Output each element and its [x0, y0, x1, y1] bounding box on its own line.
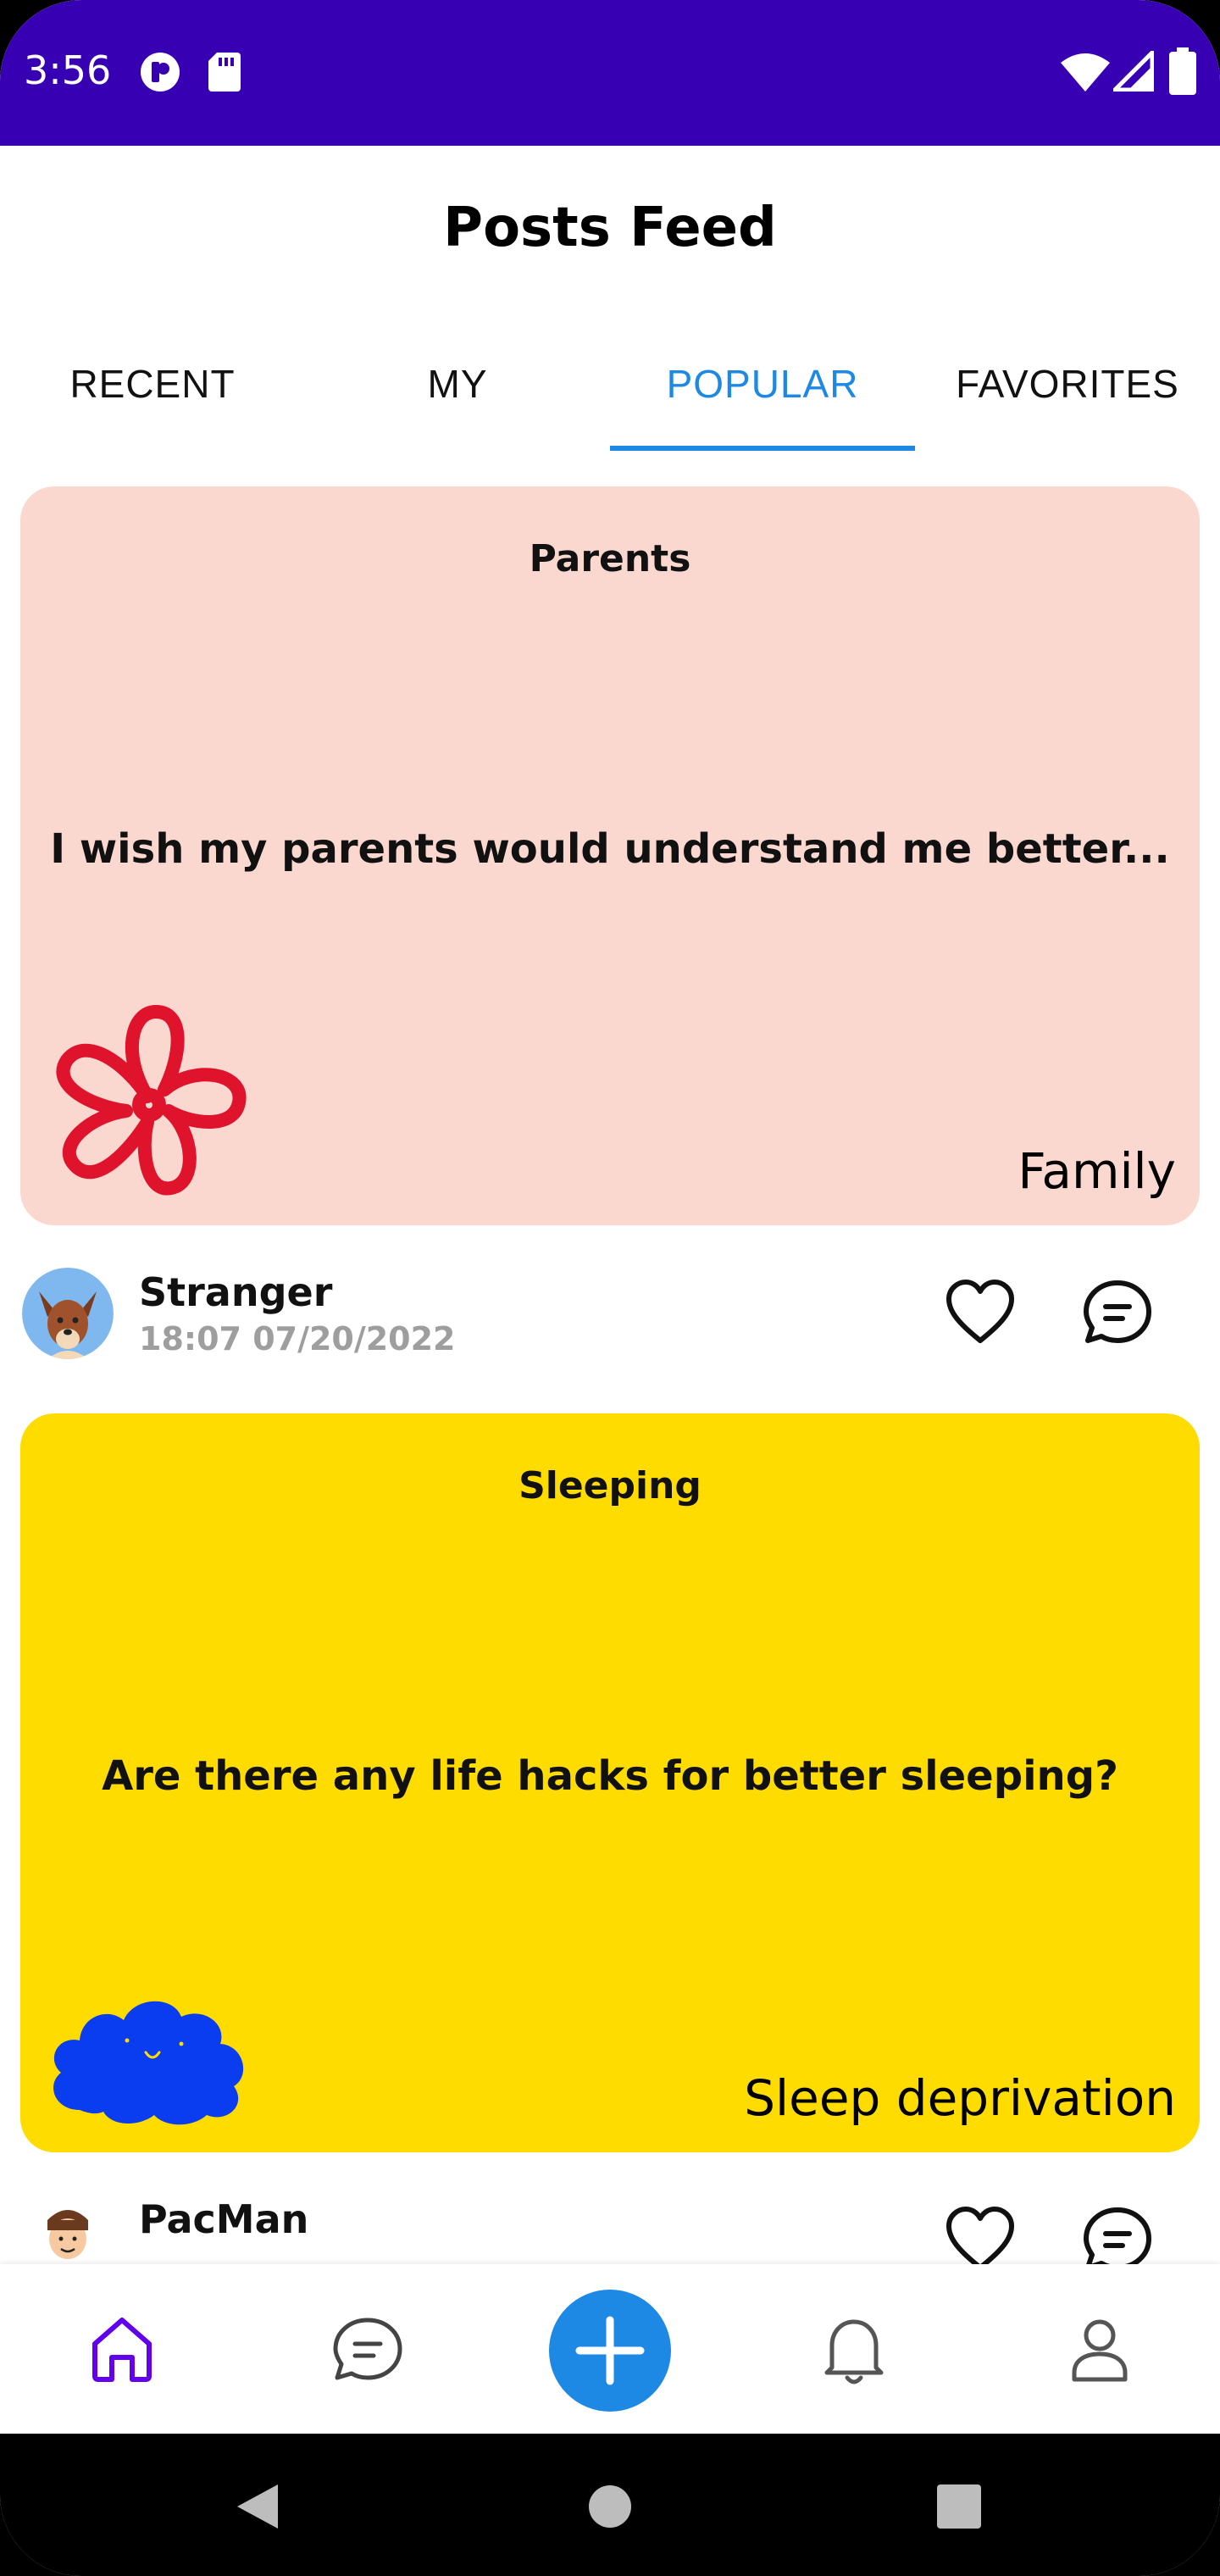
- app-screen: 3:56 Posts Feed RECENT MY POPULAR FAVORI…: [0, 0, 1220, 2576]
- avatar[interactable]: [22, 1268, 114, 1359]
- post-category: Sleeping: [518, 1464, 702, 1507]
- system-nav-bar: [0, 2434, 1220, 2576]
- profile-icon[interactable]: [1057, 2307, 1142, 2391]
- home-button-icon[interactable]: [588, 2484, 632, 2529]
- post-date: 18:07 07/20/2022: [139, 1320, 456, 1357]
- chat-icon[interactable]: [325, 2307, 410, 2391]
- post-tag: Sleep deprivation: [744, 2069, 1176, 2127]
- tab-popular[interactable]: POPULAR: [610, 347, 915, 454]
- cloud-icon: [53, 2001, 244, 2125]
- podcast-icon: [141, 53, 180, 92]
- status-bar: 3:56: [0, 0, 1220, 146]
- tab-indicator: [610, 446, 915, 451]
- post-tag: Family: [1018, 1142, 1176, 1200]
- bottom-nav: [0, 2264, 1220, 2434]
- heart-icon[interactable]: [942, 1274, 1018, 1351]
- back-icon[interactable]: [234, 2481, 281, 2532]
- recents-icon[interactable]: [937, 2484, 981, 2529]
- tab-bar: RECENT MY POPULAR FAVORITES: [0, 347, 1220, 454]
- author-name: PacMan: [139, 2196, 309, 2242]
- add-post-button[interactable]: [549, 2290, 671, 2412]
- wifi-icon: [1061, 53, 1110, 92]
- post-card[interactable]: Sleeping Are there any life hacks for be…: [20, 1413, 1200, 2152]
- sd-card-icon: [208, 53, 241, 92]
- post-text: I wish my parents would understand me be…: [50, 825, 1170, 873]
- page-title: Posts Feed: [443, 197, 777, 259]
- author-name: Stranger: [139, 1269, 333, 1315]
- battery-icon: [1169, 47, 1196, 95]
- bell-icon[interactable]: [812, 2307, 896, 2391]
- post-card[interactable]: Parents I wish my parents would understa…: [20, 486, 1200, 1225]
- comment-icon[interactable]: [1079, 1274, 1156, 1351]
- post-meta: Stranger 18:07 07/20/2022: [0, 1254, 1220, 1373]
- tab-favorites[interactable]: FAVORITES: [915, 347, 1220, 454]
- post-category: Parents: [529, 537, 691, 580]
- signal-icon: [1113, 51, 1154, 92]
- tab-my[interactable]: MY: [305, 347, 610, 454]
- add-icon: [575, 2316, 645, 2385]
- post-text: Are there any life hacks for better slee…: [102, 1752, 1118, 1800]
- status-time: 3:56: [24, 47, 112, 93]
- home-icon[interactable]: [80, 2307, 164, 2391]
- flower-icon: [56, 1005, 247, 1196]
- tab-recent[interactable]: RECENT: [0, 347, 305, 454]
